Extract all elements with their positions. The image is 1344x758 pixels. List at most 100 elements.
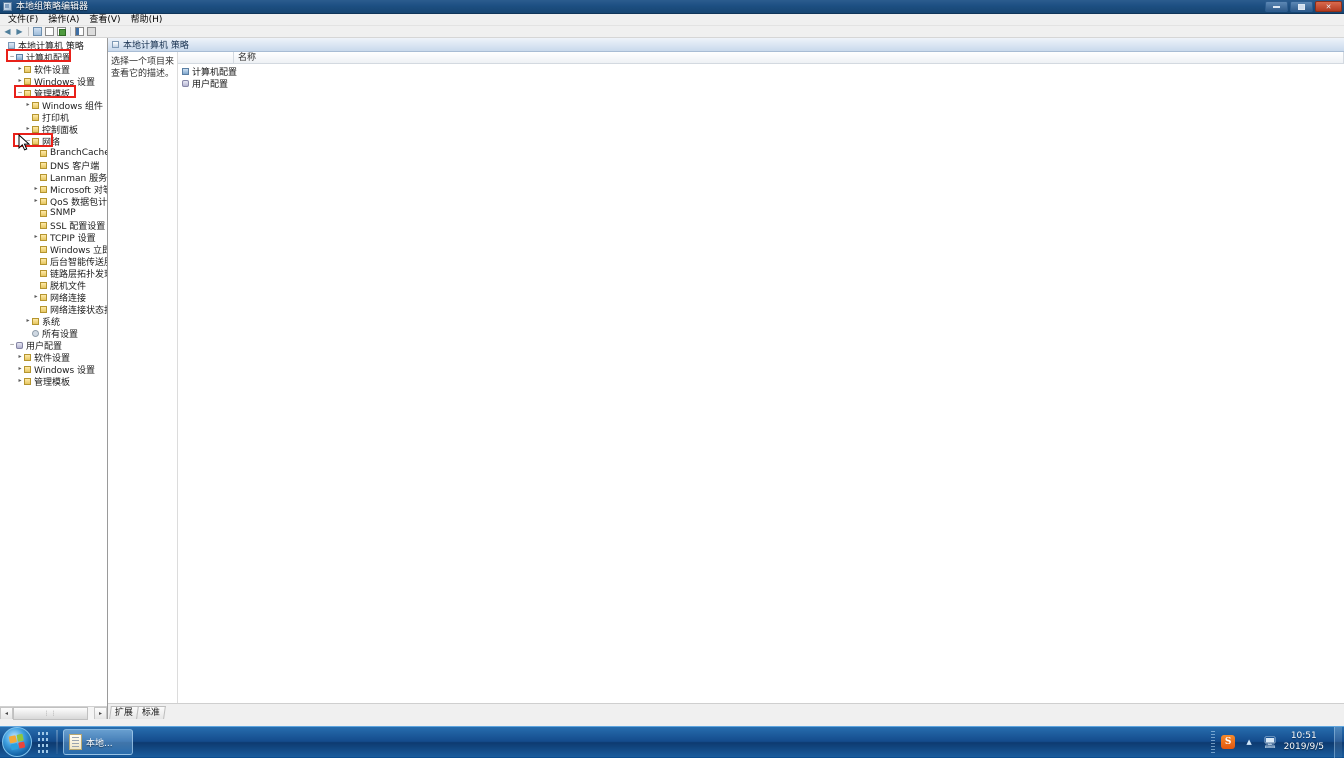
tree-item[interactable]: − 计算机配置: [0, 51, 107, 64]
scroll-track[interactable]: ⋮⋮: [13, 706, 94, 720]
window-titlebar[interactable]: 本地组策略编辑器 ✕: [0, 0, 1344, 14]
tree-item[interactable]: DNS 客户端: [0, 159, 107, 172]
forward-button[interactable]: ▶: [14, 26, 25, 37]
policy-editor-icon: [3, 2, 12, 11]
list-column-headers: 名称: [178, 52, 1344, 64]
tree-item[interactable]: Lanman 服务器: [0, 171, 107, 184]
tree-item[interactable]: ▸Microsoft 对等网络: [0, 183, 107, 196]
folder-icon: [40, 185, 47, 193]
folder-icon: [32, 125, 39, 133]
collapse-icon[interactable]: −: [16, 87, 24, 99]
tree-item[interactable]: ▸ Windows 设置: [0, 75, 107, 88]
up-folder-button[interactable]: [32, 26, 43, 37]
tray-grip[interactable]: [1210, 731, 1215, 753]
tree-item[interactable]: ▸ 软件设置: [0, 63, 107, 76]
expand-icon[interactable]: ▸: [16, 63, 24, 75]
tree-item[interactable]: − 网络: [0, 135, 107, 148]
refresh-button[interactable]: [56, 26, 67, 37]
policy-tree[interactable]: 本地计算机 策略 − 计算机配置 ▸ 软件设置 ▸ Windows 设置 − 管理模板 ▸ Wind…: [0, 38, 107, 706]
menu-view[interactable]: 查看(V): [84, 14, 125, 26]
settings-icon: [32, 329, 39, 337]
tree-item[interactable]: 所有设置: [0, 327, 107, 340]
tab-extended[interactable]: 扩展: [109, 706, 139, 719]
quick-launch-grip[interactable]: [35, 729, 53, 755]
tab-extended-label: 扩展: [114, 708, 133, 718]
expand-icon[interactable]: ▸: [16, 351, 24, 363]
start-button[interactable]: [2, 727, 32, 757]
tree-item[interactable]: ▸ Windows 设置: [0, 363, 107, 376]
tree-horizontal-scrollbar[interactable]: ◂ ⋮⋮ ▸: [0, 706, 107, 720]
expand-icon[interactable]: ▸: [16, 375, 24, 387]
clock[interactable]: 10:51 2019/9/5: [1284, 731, 1328, 753]
tree-item[interactable]: ▸ 网络连接: [0, 291, 107, 304]
toolbar-separator-2: [70, 27, 71, 36]
tree-item[interactable]: ▸ 控制面板: [0, 123, 107, 136]
expand-icon[interactable]: ▸: [16, 75, 24, 87]
snipping-tool-icon[interactable]: S: [1221, 735, 1236, 750]
tree-item[interactable]: 网络连接状态指示器: [0, 303, 107, 316]
list-item[interactable]: 用户配置: [178, 77, 1344, 90]
toolbar-separator-1: [28, 27, 29, 36]
menu-file[interactable]: 文件(F): [3, 14, 43, 26]
tree-item[interactable]: 后台智能传送服务(BITS): [0, 255, 107, 268]
tree-item[interactable]: ▸ QoS 数据包计划程序: [0, 195, 107, 208]
show-hide-tree-button[interactable]: [44, 26, 55, 37]
tree-item[interactable]: BranchCache: [0, 147, 107, 159]
taskbar-gpedit-button[interactable]: 本地...: [63, 729, 133, 755]
back-button[interactable]: ◀: [2, 26, 13, 37]
tree-item[interactable]: 链路层拓扑发现: [0, 267, 107, 280]
menu-help[interactable]: 帮助(H): [126, 14, 168, 26]
close-button[interactable]: ✕: [1315, 1, 1342, 12]
expand-icon[interactable]: ▸: [24, 99, 32, 111]
show-desktop-button[interactable]: [1334, 726, 1342, 758]
folder-icon: [40, 245, 47, 253]
tree-item[interactable]: 本地计算机 策略: [0, 39, 107, 52]
tree-item-label: SNMP: [50, 208, 76, 218]
tree-item[interactable]: SNMP: [0, 207, 107, 219]
right-pane-header: 本地计算机 策略: [108, 38, 1344, 52]
minimize-button[interactable]: [1265, 1, 1288, 12]
status-strip: [0, 719, 1344, 726]
folder-icon: [40, 161, 47, 169]
tree-item[interactable]: ▸ 系统: [0, 315, 107, 328]
network-icon[interactable]: 🖥: [1263, 735, 1278, 750]
scroll-thumb[interactable]: ⋮⋮: [13, 706, 88, 720]
collapse-icon[interactable]: −: [8, 339, 16, 351]
tree-item[interactable]: ▸ Windows 组件: [0, 99, 107, 112]
tree-item[interactable]: 脱机文件: [0, 279, 107, 292]
list-item[interactable]: 计算机配置: [178, 65, 1344, 78]
tree-item[interactable]: 打印机: [0, 111, 107, 124]
folder-icon: [40, 221, 47, 229]
tree-item[interactable]: Windows 立即连接: [0, 243, 107, 256]
column-desc-spacer[interactable]: [178, 52, 234, 63]
folder-icon: [24, 377, 31, 385]
tree-item-label: QoS 数据包计划程序: [50, 197, 107, 208]
list-rows: 计算机配置 用户配置: [178, 64, 1344, 703]
maximize-button[interactable]: [1290, 1, 1313, 12]
scroll-left-button[interactable]: ◂: [0, 706, 13, 720]
folder-icon: [40, 209, 47, 217]
show-hidden-icons-icon[interactable]: ▲: [1242, 735, 1257, 750]
tree-item[interactable]: ▸ 管理模板: [0, 375, 107, 388]
scroll-right-button[interactable]: ▸: [94, 706, 107, 720]
tab-standard[interactable]: 标准: [136, 706, 166, 719]
expand-icon[interactable]: ▸: [24, 315, 32, 327]
help-button[interactable]: [86, 26, 97, 37]
expand-icon[interactable]: ▸: [32, 291, 40, 303]
collapse-icon[interactable]: −: [8, 51, 16, 63]
tree-item[interactable]: ▸ 软件设置: [0, 351, 107, 364]
tree-item[interactable]: ▸ TCPIP 设置: [0, 231, 107, 244]
menu-action[interactable]: 操作(A): [43, 14, 84, 26]
expand-icon[interactable]: ▸: [16, 363, 24, 375]
tree-item[interactable]: − 用户配置: [0, 339, 107, 352]
expand-icon[interactable]: ▸: [32, 231, 40, 243]
tree-item[interactable]: SSL 配置设置: [0, 219, 107, 232]
column-name[interactable]: 名称: [234, 52, 1344, 63]
expand-icon[interactable]: ▸: [32, 195, 40, 207]
user-icon: [182, 79, 189, 87]
expand-icon[interactable]: ▸: [32, 183, 40, 195]
tree-item[interactable]: − 管理模板: [0, 87, 107, 100]
folder-icon: [40, 197, 47, 205]
tree-pane: 本地计算机 策略 − 计算机配置 ▸ 软件设置 ▸ Windows 设置 − 管理模板 ▸ Wind…: [0, 38, 108, 720]
properties-button[interactable]: [74, 26, 85, 37]
